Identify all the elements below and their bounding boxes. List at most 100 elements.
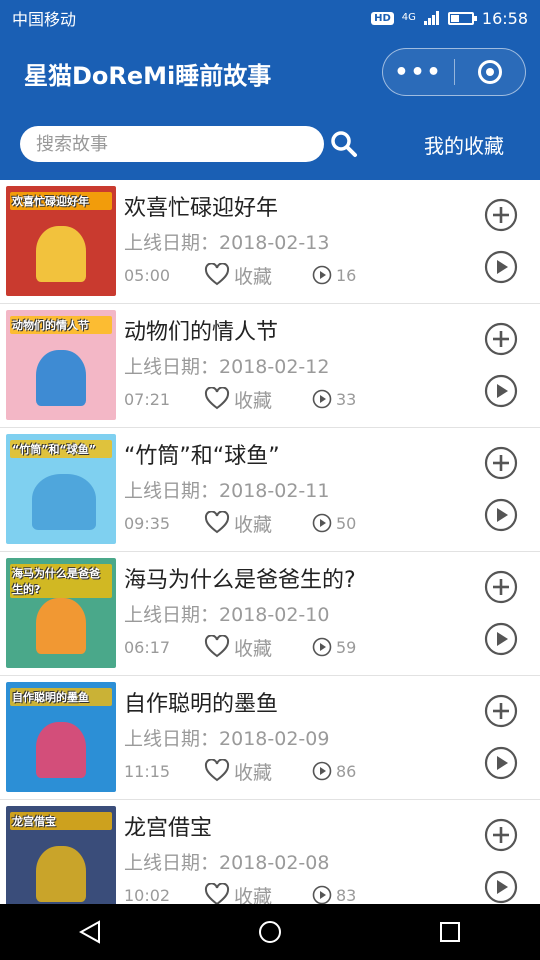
story-title[interactable]: 龙宫借宝 xyxy=(124,810,212,842)
story-title[interactable]: 自作聪明的墨鱼 xyxy=(124,686,278,718)
play-count-icon xyxy=(312,513,332,533)
favorite-label: 收藏 xyxy=(234,637,273,660)
story-list-item[interactable]: 动物们的情人节 动物们的情人节 上线日期：2018-02-12 07:21 收藏… xyxy=(0,304,540,428)
carrier-name: 中国移动 xyxy=(12,10,77,29)
play-count: 86 xyxy=(312,760,356,782)
thumbnail-caption: 龙宫借宝 xyxy=(10,812,112,830)
release-date-value: 2018-02-12 xyxy=(219,356,330,378)
app-title: 星猫DoReMi睡前故事 xyxy=(24,62,272,90)
story-list: 欢喜忙碌迎好年 欢喜忙碌迎好年 上线日期：2018-02-13 05:00 收藏… xyxy=(0,180,540,924)
home-circle-icon xyxy=(259,921,281,943)
back-nav-button[interactable] xyxy=(70,912,110,952)
release-date-label: 上线日期： xyxy=(124,852,220,874)
release-date: 上线日期：2018-02-10 xyxy=(124,600,329,627)
favorite-button[interactable]: 收藏 xyxy=(204,262,272,288)
story-thumbnail[interactable]: “竹筒”和“球鱼” xyxy=(6,434,116,544)
story-thumbnail[interactable]: 欢喜忙碌迎好年 xyxy=(6,186,116,296)
battery-icon xyxy=(447,11,477,25)
play-count-icon xyxy=(312,637,332,657)
play-count-value: 59 xyxy=(336,637,357,657)
release-date-value: 2018-02-09 xyxy=(219,728,330,750)
add-to-playlist-icon[interactable] xyxy=(484,818,518,852)
release-date-label: 上线日期： xyxy=(124,356,220,378)
play-count: 16 xyxy=(312,264,356,286)
cartoon-illustration xyxy=(36,226,86,282)
story-title[interactable]: “竹筒”和“球鱼” xyxy=(124,438,280,470)
story-duration: 06:17 xyxy=(124,638,171,657)
release-date: 上线日期：2018-02-12 xyxy=(124,352,329,379)
favorite-label: 收藏 xyxy=(234,761,273,784)
add-to-playlist-icon[interactable] xyxy=(484,446,518,480)
story-title[interactable]: 欢喜忙碌迎好年 xyxy=(124,190,278,222)
play-count-value: 50 xyxy=(336,513,357,533)
favorite-button[interactable]: 收藏 xyxy=(204,386,272,412)
story-list-item[interactable]: 自作聪明的墨鱼 自作聪明的墨鱼 上线日期：2018-02-09 11:15 收藏… xyxy=(0,676,540,800)
play-count: 33 xyxy=(312,388,356,410)
recents-nav-button[interactable] xyxy=(430,912,470,952)
cartoon-illustration xyxy=(36,722,86,778)
thumbnail-caption: 欢喜忙碌迎好年 xyxy=(10,192,112,210)
thumbnail-caption: “竹筒”和“球鱼” xyxy=(10,440,112,458)
target-icon xyxy=(477,60,502,84)
play-count: 50 xyxy=(312,512,356,534)
search-box xyxy=(20,126,324,162)
story-thumbnail[interactable]: 自作聪明的墨鱼 xyxy=(6,682,116,792)
play-count-value: 33 xyxy=(336,389,357,409)
clock-time: 16:58 xyxy=(481,8,528,28)
story-duration: 10:02 xyxy=(124,886,171,905)
favorite-label: 收藏 xyxy=(234,389,273,412)
story-duration: 09:35 xyxy=(124,514,171,533)
add-to-playlist-icon[interactable] xyxy=(484,694,518,728)
search-input[interactable] xyxy=(36,133,308,155)
close-miniprogram-button[interactable] xyxy=(455,60,525,84)
more-menu-button[interactable]: ••• xyxy=(383,60,454,85)
favorite-button[interactable]: 收藏 xyxy=(204,758,272,784)
back-triangle-icon xyxy=(79,920,100,944)
heart-icon xyxy=(204,635,230,658)
favorite-label: 收藏 xyxy=(234,265,273,288)
play-story-icon[interactable] xyxy=(484,746,518,780)
release-date-label: 上线日期： xyxy=(124,480,220,502)
add-to-playlist-icon[interactable] xyxy=(484,322,518,356)
miniprogram-capsule: ••• xyxy=(382,48,526,96)
story-list-item[interactable]: 欢喜忙碌迎好年 欢喜忙碌迎好年 上线日期：2018-02-13 05:00 收藏… xyxy=(0,180,540,304)
story-thumbnail[interactable]: 龙宫借宝 xyxy=(6,806,116,916)
status-icons: HD 4G 16:58 xyxy=(371,9,528,28)
story-title[interactable]: 海马为什么是爸爸生的? xyxy=(124,562,356,594)
add-to-playlist-icon[interactable] xyxy=(484,570,518,604)
story-title[interactable]: 动物们的情人节 xyxy=(124,314,278,346)
heart-icon xyxy=(204,759,230,782)
search-icon[interactable] xyxy=(330,130,358,158)
play-count-icon xyxy=(312,265,332,285)
story-thumbnail[interactable]: 海马为什么是爸爸生的? xyxy=(6,558,116,668)
my-favorites-link[interactable]: 我的收藏 xyxy=(424,130,504,159)
story-thumbnail[interactable]: 动物们的情人节 xyxy=(6,310,116,420)
release-date-value: 2018-02-11 xyxy=(219,480,330,502)
network-type-badge: 4G xyxy=(401,12,416,23)
release-date: 上线日期：2018-02-09 xyxy=(124,724,329,751)
story-list-item[interactable]: “竹筒”和“球鱼” “竹筒”和“球鱼” 上线日期：2018-02-11 09:3… xyxy=(0,428,540,552)
signal-icon xyxy=(423,11,439,25)
cartoon-illustration xyxy=(32,474,96,530)
play-story-icon[interactable] xyxy=(484,622,518,656)
release-date-value: 2018-02-08 xyxy=(219,852,330,874)
play-story-icon[interactable] xyxy=(484,870,518,904)
add-to-playlist-icon[interactable] xyxy=(484,198,518,232)
story-list-item[interactable]: 海马为什么是爸爸生的? 海马为什么是爸爸生的? 上线日期：2018-02-10 … xyxy=(0,552,540,676)
play-story-icon[interactable] xyxy=(484,498,518,532)
favorite-button[interactable]: 收藏 xyxy=(204,634,272,660)
cartoon-illustration xyxy=(36,350,86,406)
release-date: 上线日期：2018-02-11 xyxy=(124,476,329,503)
play-count: 83 xyxy=(312,884,356,906)
title-bar: 星猫DoReMi睡前故事 ••• xyxy=(0,48,540,98)
home-nav-button[interactable] xyxy=(250,912,290,952)
play-story-icon[interactable] xyxy=(484,250,518,284)
play-story-icon[interactable] xyxy=(484,374,518,408)
story-duration: 05:00 xyxy=(124,266,171,285)
heart-icon xyxy=(204,511,230,534)
play-count-value: 86 xyxy=(336,761,357,781)
hd-badge: HD xyxy=(371,11,394,25)
thumbnail-caption: 自作聪明的墨鱼 xyxy=(10,688,112,706)
play-count-value: 83 xyxy=(336,885,357,905)
favorite-button[interactable]: 收藏 xyxy=(204,510,272,536)
